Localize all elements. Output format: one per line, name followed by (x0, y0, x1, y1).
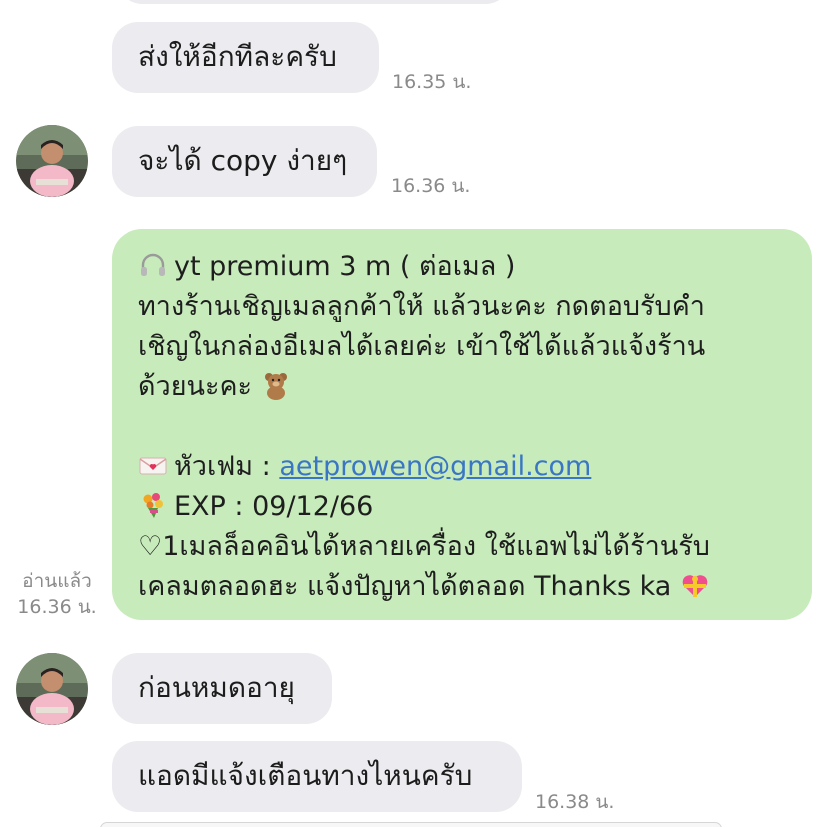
email-link[interactable]: aetprowen@gmail.com (279, 451, 591, 482)
previous-bubble-edge (118, 0, 510, 4)
avatar[interactable] (16, 125, 88, 197)
message-text: ก่อนหมดอายุ (138, 671, 295, 704)
message-timestamp: 16.36 น. (17, 596, 97, 618)
headphones-icon (138, 250, 168, 280)
message-text: ♡1เมลล็อคอินได้หลายเครื่อง ใช้แอพไม่ได้ร… (138, 531, 710, 562)
message-text: เชิญในกล่องอีเมลได้เลยค่ะ เข้าใช้ได้แล้ว… (138, 331, 706, 362)
message-timestamp: 16.35 น. (392, 71, 472, 93)
message-bubble-4[interactable]: แอดมีแจ้งเตือนทางไหนครับ (112, 741, 522, 812)
message-text: ด้วยนะคะ (138, 371, 253, 402)
message-bubble-3[interactable]: ก่อนหมดอายุ (112, 653, 332, 724)
message-line: หัวเฟม : aetprowen@gmail.com (138, 447, 788, 487)
message-bubble-1[interactable]: ส่งให้อีกทีละครับ (112, 22, 379, 93)
message-text: EXP : 09/12/66 (174, 491, 374, 522)
message-text: ทางร้านเชิญเมลลูกค้าให้ แล้วนะคะ กดตอบรั… (138, 291, 705, 322)
message-timestamp: 16.36 น. (391, 175, 471, 197)
heart-ribbon-icon (680, 570, 710, 600)
message-text: yt premium 3 m ( ต่อเมล ) (174, 251, 516, 282)
message-timestamp: 16.38 น. (535, 791, 615, 813)
message-bubble-2[interactable]: จะได้ copy ง่ายๆ (112, 126, 377, 197)
bouquet-icon (138, 490, 168, 520)
message-text: เคลมตลอดฮะ แจ้งปัญหาได้ตลอด Thanks ka (138, 571, 672, 602)
message-text: ส่งให้อีกทีละครับ (138, 40, 337, 73)
read-status: อ่านแล้ว 16.36 น. (12, 568, 102, 620)
message-input-bar[interactable] (100, 822, 722, 827)
love-letter-icon (138, 450, 168, 480)
outgoing-message-bubble[interactable]: yt premium 3 m ( ต่อเมล ) ทางร้านเชิญเมล… (112, 229, 812, 620)
read-label: อ่านแล้ว (22, 570, 92, 592)
message-line: ด้วยนะคะ (138, 367, 788, 407)
teddy-bear-icon (261, 370, 291, 400)
message-line: เคลมตลอดฮะ แจ้งปัญหาได้ตลอด Thanks ka (138, 567, 788, 607)
subject-label: หัวเฟม : (174, 451, 280, 482)
message-line: yt premium 3 m ( ต่อเมล ) (138, 247, 788, 287)
message-text: จะได้ copy ง่ายๆ (138, 144, 348, 177)
message-text: แอดมีแจ้งเตือนทางไหนครับ (138, 759, 473, 792)
avatar[interactable] (16, 653, 88, 725)
message-line: EXP : 09/12/66 (138, 487, 788, 527)
